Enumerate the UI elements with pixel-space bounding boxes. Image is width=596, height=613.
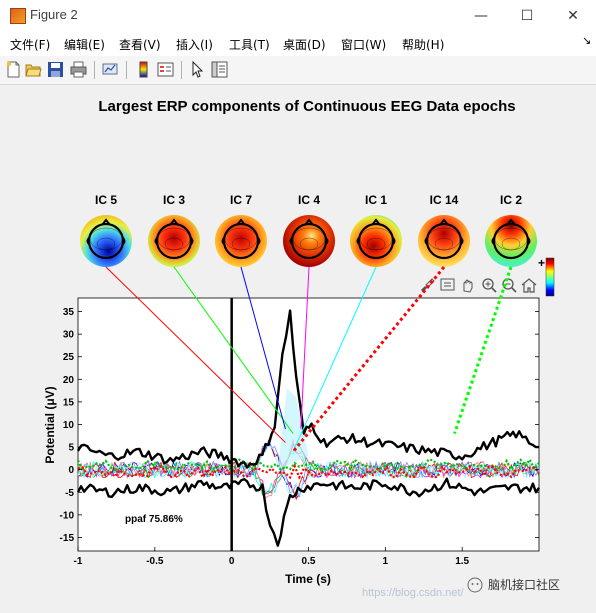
ic-label: IC 3 [163,193,185,207]
wechat-icon [467,577,483,593]
x-tick-label: -1 [74,556,83,567]
menu-bar: 文件(F) 编辑(E) 查看(V) 插入(I) 工具(T) 桌面(D) 窗口(W… [0,32,596,56]
edit-plot-icon[interactable] [189,61,206,78]
figure-canvas: Largest ERP components of Continuous EEG… [0,85,596,609]
x-axis-label: Time (s) [285,572,331,586]
y-tick-label: -15 [60,533,75,544]
menu-view[interactable]: 查看(V) [119,36,161,53]
figure-title: Largest ERP components of Continuous EEG… [98,98,515,115]
scalp-map-ic1[interactable] [350,215,402,267]
scalp-map-ic2[interactable] [485,215,537,267]
y-tick-label: -10 [60,510,75,521]
insert-legend-icon[interactable] [157,61,174,78]
menu-edit[interactable]: 编辑(E) [64,36,105,53]
title-bar: Figure 2 — ☐ ✕ [0,0,596,32]
y-axis-label: Potential (μV) [43,386,57,463]
y-tick-label: 0 [68,465,74,476]
ic-label: IC 14 [430,193,459,207]
x-tick-label: 0 [229,556,235,567]
datatip-icon[interactable] [440,278,455,291]
y-tick-label: 35 [63,307,75,318]
ic-label: IC 2 [500,193,522,207]
x-tick-label: 1 [383,556,389,567]
menu-dock-arrow-icon[interactable]: ↘ [582,34,591,47]
colorbar [545,257,555,297]
scalp-maps [80,215,537,267]
menu-insert[interactable]: 插入(I) [176,36,213,53]
insert-colorbar-icon[interactable] [135,61,152,78]
toolbar-separator [94,61,95,79]
menu-help[interactable]: 帮助(H) [402,36,444,53]
ic-label: IC 5 [95,193,117,207]
y-tick-label: 15 [63,397,75,408]
minimize-icon: — [474,8,488,24]
scalp-map-ic3[interactable] [148,215,200,267]
ic-labels: IC 5 IC 3 IC 7 IC 4 IC 1 IC 14 IC 2 [95,193,522,207]
y-tick-label: -5 [65,488,74,499]
ic-label: IC 4 [298,193,320,207]
maximize-icon: ☐ [520,8,534,24]
menu-desktop[interactable]: 桌面(D) [283,36,326,53]
menu-file[interactable]: 文件(F) [10,36,50,53]
minimize-button[interactable]: — [458,0,504,32]
y-tick-label: 20 [63,375,75,386]
x-tick-label: 1.5 [455,556,469,567]
ppaf-annotation: ppaf 75.86% [125,514,183,525]
menu-tools[interactable]: 工具(T) [229,36,270,53]
axes-toolbar [421,278,537,293]
zoom-in-icon[interactable] [482,278,497,293]
y-tick-label: 10 [63,420,75,431]
window-title: Figure 2 [30,7,78,22]
close-button[interactable]: ✕ [550,0,596,32]
scalp-map-ic14[interactable] [418,215,470,267]
colorbar-plus-label: + [538,256,545,270]
toolbar-separator [181,61,182,79]
x-tick-label: -0.5 [146,556,164,567]
toolbar-separator [126,61,127,79]
matlab-app-icon [10,8,26,24]
scalp-map-ic4[interactable] [283,215,335,267]
open-file-icon[interactable] [25,61,42,78]
menu-window[interactable]: 窗口(W) [341,36,386,53]
property-inspector-icon[interactable] [211,61,228,78]
y-tick-label: 30 [63,330,75,341]
print-icon[interactable] [70,61,87,78]
watermark-url: https://blog.csdn.net/ [362,587,464,599]
link-plot-icon[interactable] [102,61,119,78]
scalp-map-ic5[interactable] [80,215,132,267]
ic-label: IC 7 [230,193,252,207]
close-icon: ✕ [567,8,579,24]
watermark-brand: 脑机接口社区 [488,577,560,592]
save-icon[interactable] [47,61,64,78]
ic-label: IC 1 [365,193,387,207]
maximize-button[interactable]: ☐ [504,0,550,32]
home-icon[interactable] [521,278,537,293]
scalp-map-ic7[interactable] [215,215,267,267]
pan-icon[interactable] [463,279,473,293]
figure-toolbar [0,56,596,85]
y-tick-label: 5 [68,443,74,454]
y-tick-label: 25 [63,352,75,363]
new-figure-icon[interactable] [5,61,22,78]
figure-svg: Largest ERP components of Continuous EEG… [43,98,560,599]
x-tick-label: 0.5 [302,556,316,567]
